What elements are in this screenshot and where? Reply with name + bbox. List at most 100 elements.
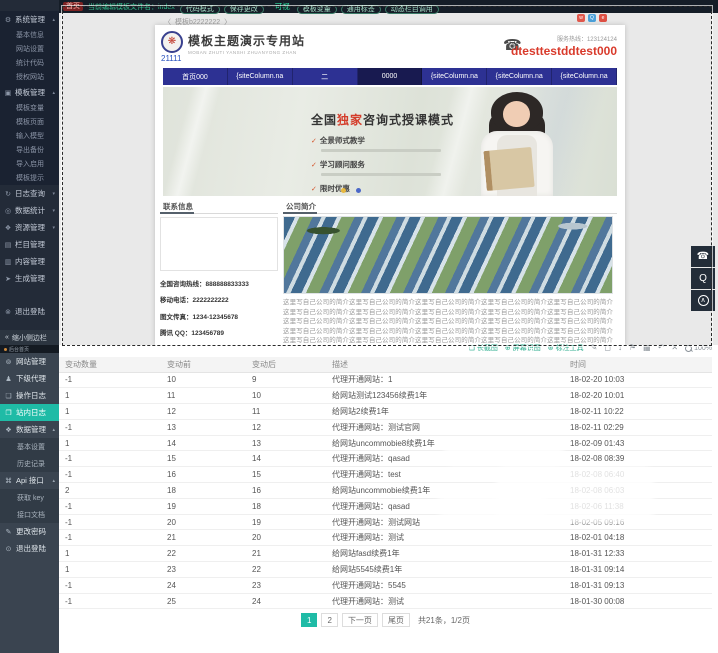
- sidebar-item-退出登陆[interactable]: ⊙ 退出登陆: [0, 540, 59, 557]
- hotline-name: dtesttestddtest000: [510, 44, 617, 58]
- sidebar-item-Api 接口[interactable]: ⌘ Api 接口 ▴: [0, 472, 59, 489]
- capture-chip-标注工具[interactable]: ⊛ 标注工具: [548, 343, 584, 353]
- sidebar-item-label: 下级代理: [16, 374, 46, 383]
- carousel-dot[interactable]: [356, 188, 361, 193]
- table-row[interactable]: -1 25 24 代理开通网站：测试 18-01-30 00:08: [59, 593, 712, 610]
- nav-item[interactable]: 0000: [357, 68, 423, 85]
- sidebar-item-站内日志[interactable]: ❐ 站内日志: [0, 404, 59, 421]
- nav-item[interactable]: 二: [293, 68, 358, 85]
- sidebar-item-栏目管理[interactable]: ▤ 栏目管理: [0, 236, 59, 253]
- 站内日志-icon: ❐: [5, 409, 12, 417]
- table-row[interactable]: -1 13 12 代理开通网站：测试官网 18-02-11 02:29: [59, 419, 712, 436]
- site-banner[interactable]: 全国独家咨询式授课模式 ✓ 全景师式教学 ✓ 学习顾问服务 ✓ 限时优惠: [163, 87, 617, 196]
- sidebar-subitem-基本设置[interactable]: 基本设置: [0, 438, 59, 455]
- sidebar-subitem-授权网站[interactable]: 授权网站: [0, 70, 59, 84]
- collapse-sidebar-button[interactable]: « 缩小侧边栏: [0, 330, 59, 345]
- toolbar-button[interactable]: 通用标签: [340, 4, 381, 14]
- carousel-dots[interactable]: [341, 188, 361, 193]
- float-phone-icon[interactable]: ☎: [691, 246, 715, 267]
- sidebar-item-label: 生成管理: [15, 274, 45, 283]
- flag-icon[interactable]: ⚑: [629, 343, 636, 353]
- sidebar-subitem-统计代码[interactable]: 统计代码: [0, 56, 59, 70]
- 栏目管理-icon: ▤: [4, 241, 12, 249]
- nav-item[interactable]: {siteColumn.na: [422, 68, 488, 85]
- site-title: 模板主题演示专用站: [188, 34, 306, 48]
- mail-icon[interactable]: e: [599, 14, 607, 22]
- nav-item[interactable]: {siteColumn.na: [552, 68, 618, 85]
- table-row[interactable]: 1 22 21 给网站fasd续费1年 18-01-31 12:33: [59, 545, 712, 563]
- chevron-up-icon: ▴: [52, 426, 55, 433]
- sidebar-subitem-基本信息[interactable]: 基本信息: [0, 28, 59, 42]
- nav-item[interactable]: 首页000: [163, 68, 228, 85]
- site-code[interactable]: 21111: [161, 54, 181, 63]
- sidebar-item-数据统计[interactable]: ◎ 数据统计 ▾: [0, 202, 59, 219]
- sidebar-item-操作日志[interactable]: ❏ 操作日志: [0, 387, 59, 404]
- float-qq-icon[interactable]: Q: [691, 268, 715, 289]
- page-button-1[interactable]: 1: [301, 613, 318, 627]
- table-row[interactable]: 1 23 22 给网站5545续费1年 18-01-31 09:14: [59, 561, 712, 578]
- sidebar-item-数据管理[interactable]: ❖ 数据管理 ▴: [0, 421, 59, 438]
- sidebar-subitem-接口文档[interactable]: 接口文档: [0, 506, 59, 523]
- table-row[interactable]: 1 11 10 给网站测试123456续费1年 18-02-20 10:01: [59, 387, 712, 405]
- download-icon[interactable]: ↓: [618, 343, 622, 353]
- sidebar-item-日志查询[interactable]: ↻ 日志查询 ▾: [0, 185, 59, 202]
- sidebar-item-内容管理[interactable]: ▥ 内容管理: [0, 253, 59, 270]
- toolbar-button[interactable]: 动态栏目调用: [384, 4, 439, 14]
- sidebar-item-生成管理[interactable]: ➤ 生成管理: [0, 270, 59, 287]
- sidebar-item-label: 栏目管理: [15, 240, 45, 249]
- pen-icon[interactable]: ✎: [591, 343, 598, 353]
- table-row[interactable]: 1 14 13 给网站uncommobie8续费1年 18-02-09 01:43: [59, 435, 712, 452]
- sidebar-item-退出登陆[interactable]: ⊗ 退出登陆: [0, 303, 59, 320]
- check-icon: ✓: [311, 162, 317, 169]
- visual-mode-label[interactable]: 可视: [275, 1, 290, 12]
- capture-chip-屏幕识图[interactable]: ⊕ 屏幕识图: [505, 343, 541, 353]
- shape-icon[interactable]: ◻: [604, 343, 611, 353]
- screen: 首页 当前编辑模板文件名：index 代码模式 保存更改 可视 模板变量 通用标签动…: [0, 0, 718, 653]
- back-to-top-icon[interactable]: ∧: [691, 290, 715, 311]
- sidebar-item-系统管理[interactable]: ⚙ 系统管理 ▴: [0, 11, 59, 28]
- sidebar-subitem-网站设置[interactable]: 网站设置: [0, 42, 59, 56]
- next-page-button[interactable]: 下一页: [341, 613, 378, 627]
- site-preview-card: ❋ 模板主题演示专用站 MOBAN ZHUTI YANSHI ZHUANYONG…: [155, 25, 625, 345]
- table-row[interactable]: -1 15 14 代理开通网站：qasad 18-02-08 08:39: [59, 450, 712, 468]
- toolbar-button[interactable]: 模板变量: [296, 4, 337, 14]
- sidebar-item-下级代理[interactable]: ♟ 下级代理: [0, 370, 59, 387]
- table-cell: 15: [161, 450, 246, 468]
- page-button-2[interactable]: 2: [321, 613, 338, 627]
- last-page-button[interactable]: 尾页: [381, 613, 410, 627]
- close-icon[interactable]: ✕: [671, 343, 678, 353]
- sidebar-subitem-模板变量[interactable]: 模板变量: [0, 101, 59, 115]
- sidebar-subitem-获取 key[interactable]: 获取 key: [0, 489, 59, 506]
- nav-item[interactable]: {siteColumn.na: [228, 68, 293, 85]
- sidebar-subitem-模板提示[interactable]: 模板提示: [0, 171, 59, 185]
- table-row[interactable]: -1 10 9 代理开通网站：1 18-02-20 10:03: [59, 372, 712, 389]
- capture-chip-长截图[interactable]: ❏ 长截图: [469, 343, 498, 353]
- template-file-status: 当前编辑模板文件名：index: [88, 3, 175, 11]
- sidebar-subitem-输入模型[interactable]: 输入模型: [0, 129, 59, 143]
- weibo-icon[interactable]: w: [577, 14, 585, 22]
- sidebar-item-网站管理[interactable]: ⊚ 网站管理: [0, 353, 59, 370]
- sidebar-subitem-模板页面[interactable]: 模板页面: [0, 115, 59, 129]
- sidebar-group: ⊗ 退出登陆: [0, 303, 59, 320]
- company-aerial-image: [283, 216, 613, 294]
- carousel-dot[interactable]: [341, 188, 346, 193]
- undo-icon[interactable]: ↶: [658, 343, 665, 353]
- qq-icon[interactable]: Q: [588, 14, 596, 22]
- mosaic-icon[interactable]: ▦: [643, 343, 651, 353]
- zoom-control[interactable]: 100%: [685, 344, 712, 352]
- sidebar-item-更改密码[interactable]: ✎ 更改密码: [0, 523, 59, 540]
- sidebar-subitem-历史记录[interactable]: 历史记录: [0, 455, 59, 472]
- table-row[interactable]: -1 24 23 代理开通网站：5545 18-01-31 09:13: [59, 577, 712, 594]
- sidebar-subitem-导出备份[interactable]: 导出备份: [0, 143, 59, 157]
- home-badge[interactable]: 首页: [63, 2, 83, 11]
- Api 接口-icon: ⌘: [5, 477, 12, 485]
- table-row[interactable]: 1 12 11 给网站2续费1年 18-02-11 10:22: [59, 403, 712, 420]
- sidebar-item-资源管理[interactable]: ❖ 资源管理 ▾: [0, 219, 59, 236]
- table-cell: -1: [59, 514, 161, 531]
- sidebar-item-模板管理[interactable]: ▣ 模板管理 ▴: [0, 84, 59, 101]
- table-row[interactable]: -1 21 20 代理开通网站：测试 18-02-01 04:18: [59, 529, 712, 547]
- sidebar-subitem-导入启用[interactable]: 导入启用: [0, 157, 59, 171]
- toolbar-button[interactable]: 代码模式: [179, 4, 220, 14]
- toolbar-button[interactable]: 保存更改: [223, 4, 264, 14]
- nav-item[interactable]: {siteColumn.na: [487, 68, 553, 85]
